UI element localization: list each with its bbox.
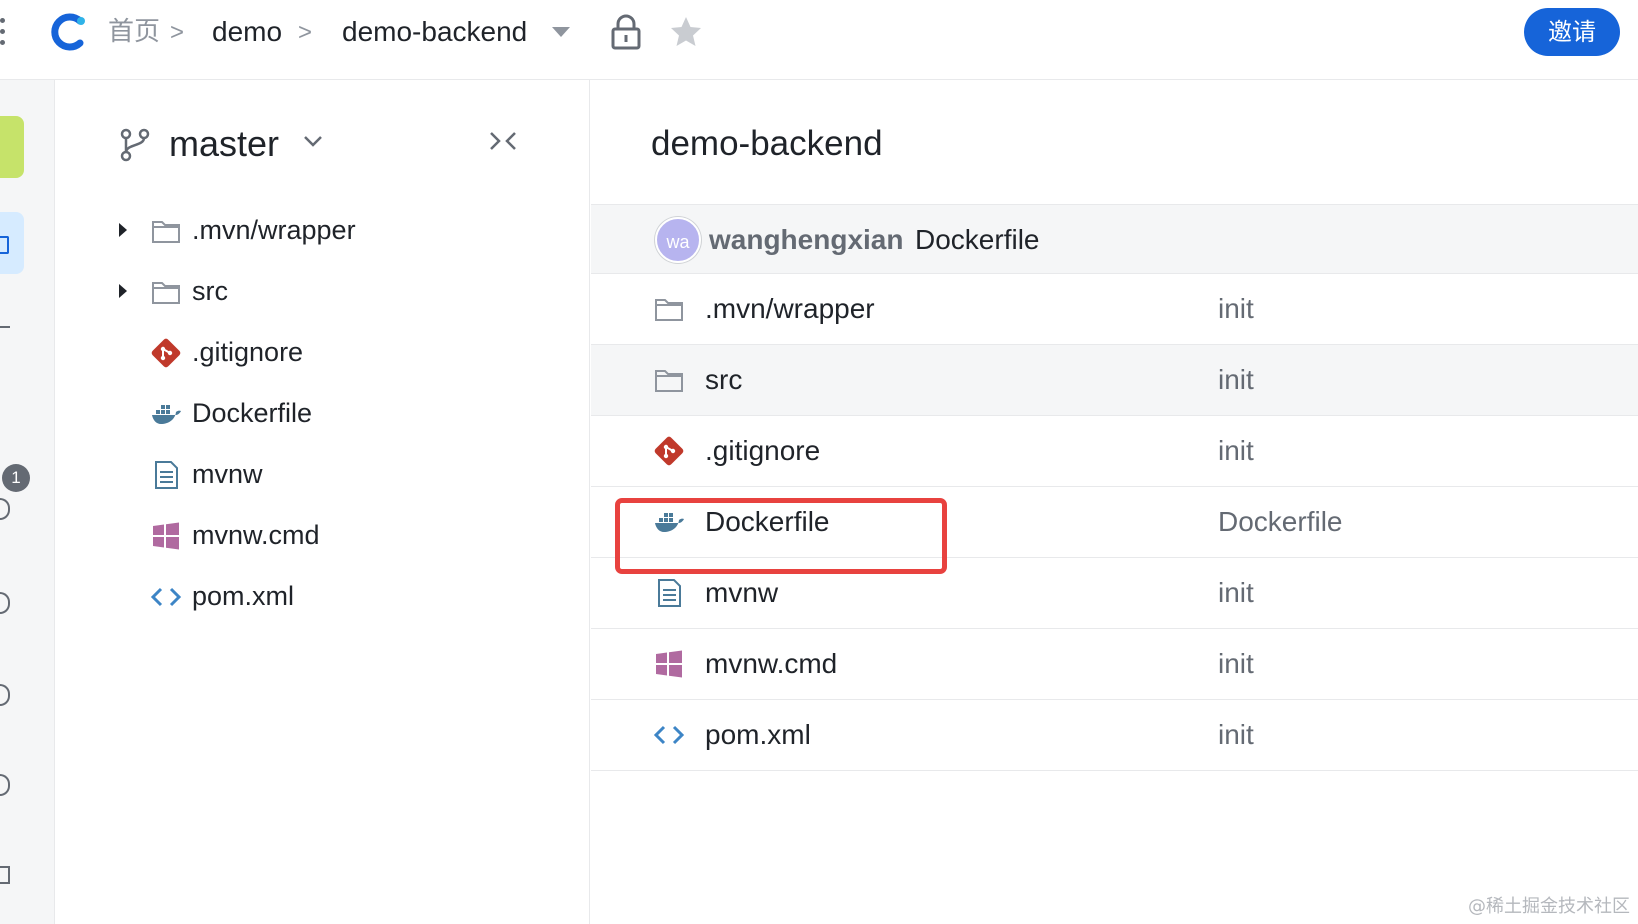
file-row[interactable]: Dockerfile Dockerfile [591,487,1638,558]
file-name[interactable]: .gitignore [705,432,820,470]
tree-item-label: mvnw [192,459,263,489]
file-commit-message[interactable]: init [1218,716,1254,754]
docker-icon [655,513,684,532]
tree-item-folder[interactable]: .mvn/wrapper [55,206,590,256]
windows-icon [656,650,682,678]
docker-icon [152,405,181,424]
file-name[interactable]: mvnw [705,574,778,612]
file-row[interactable]: mvnw.cmd init [591,629,1638,700]
file-name[interactable]: Dockerfile [705,503,829,541]
file-name[interactable]: pom.xml [705,716,811,754]
file-name[interactable]: src [705,361,742,399]
repo-switcher-caret-icon[interactable] [552,27,570,37]
file-row[interactable]: mvnw init [591,558,1638,629]
invite-button[interactable]: 邀请 [1524,8,1620,56]
folder-icon [152,221,180,243]
tree-item-label: .mvn/wrapper [192,215,356,245]
file-commit-message[interactable]: init [1218,361,1254,399]
nav-item-project[interactable] [0,116,24,178]
branch-selector[interactable]: master [169,122,279,166]
file-commit-message[interactable]: init [1218,290,1254,328]
expand-arrow-icon[interactable] [119,284,127,298]
git-icon [654,436,684,466]
expand-arrow-icon[interactable] [119,223,127,237]
lock-icon[interactable] [610,14,642,50]
folder-icon [655,370,683,392]
code-icon [653,725,685,745]
nav-item-icon[interactable] [0,498,10,520]
folder-icon [152,282,180,304]
file-tree-panel: master .mvn/wrapper src .gitignore Docke… [55,80,590,924]
breadcrumb-home[interactable]: 首页 [108,14,160,50]
file-name[interactable]: mvnw.cmd [705,645,837,683]
folder-icon [655,299,683,321]
breadcrumb-separator-icon: > [170,19,185,46]
collapse-panel-icon[interactable] [489,130,517,152]
tree-item-folder[interactable]: src [55,267,590,317]
breadcrumb-project[interactable]: demo [212,14,282,50]
top-bar: 首页 > demo > demo-backend 邀请 [0,0,1638,80]
watermark: @稀土掘金技术社区 [1468,896,1630,917]
tree-item-label: mvnw.cmd [192,520,320,550]
star-icon[interactable] [668,14,704,50]
app-logo-icon[interactable] [48,12,88,52]
page-title: demo-backend [651,124,883,163]
nav-item-icon[interactable] [0,774,10,796]
code-icon [150,587,182,607]
file-row[interactable]: .gitignore init [591,416,1638,487]
nav-notification-badge[interactable]: 1 [2,464,30,492]
git-icon [151,338,181,368]
tree-item-label: src [192,276,228,306]
tree-item-file[interactable]: .gitignore [55,328,590,378]
repo-main: demo-backend wa wanghengxian Dockerfile … [591,80,1638,924]
nav-divider [0,326,10,328]
file-commit-message[interactable]: init [1218,574,1254,612]
tree-item-label: .gitignore [192,337,304,367]
app-menu-icon[interactable] [0,18,8,48]
tree-item-label: pom.xml [192,581,295,611]
commit-message[interactable]: Dockerfile [915,221,1039,259]
file-name[interactable]: .mvn/wrapper [705,290,875,328]
left-nav: 1 [0,80,55,924]
tree-item-label: Dockerfile [192,398,313,428]
chevron-down-icon[interactable] [303,134,323,148]
branch-icon [120,128,150,162]
file-row[interactable]: .mvn/wrapper init [591,274,1638,345]
nav-item-code-home-icon[interactable] [0,212,24,274]
nav-item-icon[interactable] [0,592,10,614]
text-file-icon [658,579,681,607]
file-row[interactable]: src init [591,345,1638,416]
tree-item-file[interactable]: Dockerfile [55,389,590,439]
file-commit-message[interactable]: init [1218,432,1254,470]
avatar[interactable]: wa [655,217,701,263]
nav-item-icon[interactable] [0,866,10,884]
breadcrumb-repo[interactable]: demo-backend [342,14,527,50]
text-file-icon [155,461,178,489]
windows-icon [153,522,179,550]
nav-item-icon[interactable] [0,684,10,706]
latest-commit-bar: wa wanghengxian Dockerfile [591,204,1638,274]
tree-item-file[interactable]: pom.xml [55,572,590,622]
file-row[interactable]: pom.xml init [591,700,1638,771]
tree-item-file[interactable]: mvnw [55,450,590,500]
file-commit-message[interactable]: init [1218,645,1254,683]
commit-author[interactable]: wanghengxian [709,221,903,259]
file-commit-message[interactable]: Dockerfile [1218,503,1342,541]
breadcrumb-separator-icon: > [298,19,313,46]
tree-item-file[interactable]: mvnw.cmd [55,511,590,561]
